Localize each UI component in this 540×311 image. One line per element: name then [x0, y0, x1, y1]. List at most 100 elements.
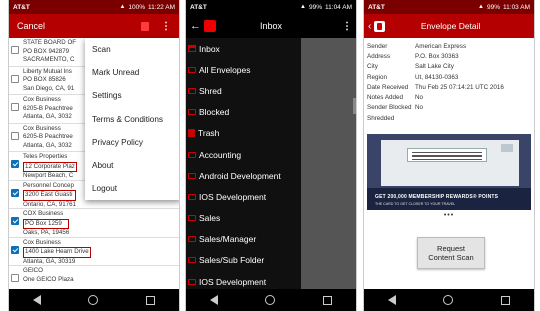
detail-label: City [367, 63, 378, 71]
sender-address-line: Atlanta, GA, 3032 [23, 113, 72, 120]
drawer-item[interactable]: Sales/Sub Folder [186, 250, 301, 271]
recents-icon[interactable] [501, 295, 511, 305]
drawer-item-label: Sales [199, 213, 221, 224]
mail-sender-block: GEICO One GEICO Plaza [23, 267, 74, 284]
clock: 11:04 AM [325, 3, 352, 11]
mail-list-item[interactable]: Cox Business 1400 Lake Hearn Drive Atlanta… [9, 238, 179, 266]
drawer-item-label: Android Development [199, 170, 281, 181]
select-checkbox[interactable] [11, 245, 19, 254]
request-content-scan-button[interactable]: Request Content Scan [417, 237, 485, 269]
trash-icon[interactable] [141, 21, 149, 31]
detail-label: Address [367, 52, 391, 60]
drawer-item[interactable]: Inbox [186, 38, 301, 59]
drawer-item[interactable]: All Envelopes [186, 59, 301, 80]
folder-icon [188, 193, 196, 200]
drawer-item[interactable]: Shred [186, 80, 301, 101]
sender-address-line: PO Box 1259 [23, 218, 70, 229]
select-checkbox[interactable] [11, 74, 19, 83]
back-arrow-icon[interactable]: ‹ [368, 21, 371, 32]
system-nav-bar [9, 289, 179, 311]
drawer-item[interactable]: Accounting [186, 144, 301, 165]
sender-address-line: 6205-B Peachtree [23, 104, 73, 112]
drawer-item[interactable]: Blocked [186, 102, 301, 123]
drawer-item-label: All Envelopes [199, 64, 251, 75]
menu-item-privacy-policy[interactable]: Privacy Policy [85, 131, 179, 154]
battery-level: 99% [309, 3, 323, 11]
drawer-item[interactable]: IOS Development [186, 271, 301, 289]
detail-label: Region [367, 73, 387, 81]
page-title: Inbox [259, 21, 283, 31]
back-icon[interactable] [209, 295, 218, 305]
drawer-item[interactable]: Sales/Manager [186, 229, 301, 250]
drawer-item-label: Sales/Sub Folder [199, 255, 265, 266]
envelope-address-window [407, 148, 487, 162]
app-logo-icon [204, 20, 216, 32]
image-pager-dots[interactable]: ••• [364, 212, 534, 219]
navigation-drawer: Inbox All Envelopes Shred Blocked Trash Accou… [186, 38, 301, 289]
mail-list-item[interactable]: GEICO One GEICO Plaza [9, 266, 179, 289]
drawer-item-label: IOS Development [199, 276, 267, 287]
menu-item-terms-conditions[interactable]: Terms & Conditions [85, 108, 179, 131]
back-icon[interactable] [387, 295, 396, 305]
mail-sender-block: COX Business PO Box 1259 Oaks, PA, 19456 [23, 210, 70, 238]
folder-icon [188, 257, 196, 264]
recents-icon[interactable] [146, 295, 156, 305]
action-bar: ‹ Envelope Detail [364, 14, 534, 38]
sender-address-line: Atlanta, GA, 3032 [23, 141, 72, 149]
detail-value: Salt Lake City [415, 63, 454, 71]
sender-name: Personnel Concep [23, 181, 74, 189]
mail-sender-block: Cox Business 6205-B Peachtree Atlanta, GA,… [23, 125, 73, 151]
menu-item-logout[interactable]: Logout [85, 177, 179, 200]
drawer-item[interactable]: Android Development [186, 165, 301, 186]
envelope-details: Sender American Express Address P.O. Box 30… [367, 41, 531, 123]
phone-mail-list: AT&T ▲ 100% 11:22 AM Cancel ⋮ STATE BOAR… [8, 0, 180, 311]
select-checkbox[interactable] [11, 46, 19, 54]
home-icon[interactable] [265, 295, 276, 305]
detail-row: Notes Added No [367, 92, 531, 102]
mail-sender-block: Liberty Mutual Ins PO BOX 85826 San Diego,… [23, 68, 74, 94]
select-checkbox[interactable] [11, 131, 19, 140]
overflow-menu-icon[interactable]: ⋮ [161, 21, 171, 32]
detail-label: Sender Blocked [367, 104, 412, 112]
detail-row: Address P.O. Box 30363 [367, 51, 531, 61]
detail-label: Notes Added [367, 94, 404, 102]
home-icon[interactable] [443, 295, 454, 305]
select-checkbox[interactable] [11, 103, 19, 111]
detail-value: P.O. Box 30363 [415, 52, 459, 60]
detail-row: Shredded [367, 113, 531, 123]
folder-icon [188, 109, 196, 116]
sender-name: Liberty Mutual Ins [23, 67, 72, 75]
detail-row: Date Received Thu Feb 25 07:14:21 UTC 201… [367, 82, 531, 92]
menu-item-mark-unread[interactable]: Mark Unread [85, 61, 179, 84]
menu-item-settings[interactable]: Settings [85, 84, 179, 107]
sender-address-line: 12 Corporate Plaz [23, 161, 77, 172]
back-arrow-icon[interactable]: ← [190, 20, 201, 32]
overflow-menu-icon[interactable]: ⋮ [342, 21, 352, 32]
recents-icon[interactable] [323, 295, 333, 305]
overflow-menu: Scan Mark Unread Settings Terms & Condition… [85, 38, 179, 201]
drawer-item-label: Trash [198, 128, 220, 139]
inbox-icon [188, 45, 196, 53]
back-icon[interactable] [32, 295, 41, 305]
drawer-item[interactable]: Trash [186, 123, 301, 144]
detail-row: Sender American Express [367, 41, 531, 51]
folder-icon [188, 236, 196, 243]
cancel-button[interactable]: Cancel [17, 21, 141, 31]
button-label-line1: Request [437, 244, 465, 253]
select-checkbox[interactable] [11, 160, 19, 168]
detail-row: Region Ut, 84130-0363 [367, 72, 531, 82]
menu-item-scan[interactable]: Scan [85, 38, 179, 61]
select-checkbox[interactable] [11, 274, 19, 282]
select-checkbox[interactable] [11, 217, 19, 225]
drawer-item[interactable]: IOS Development [186, 186, 301, 207]
sender-name: Cox Business [23, 124, 61, 132]
menu-item-about[interactable]: About [85, 154, 179, 177]
mail-list-item[interactable]: COX Business PO Box 1259 Oaks, PA, 19456 [9, 209, 179, 238]
envelope-image[interactable]: GET 200,000 MEMBERSHIP REWARDS® POINTS T… [367, 134, 531, 210]
mail-sender-block: Teles Properties 12 Corporate Plaz Newport… [23, 153, 77, 181]
scrollbar[interactable] [353, 98, 356, 114]
drawer-item[interactable]: Sales [186, 208, 301, 229]
select-checkbox[interactable] [11, 188, 19, 197]
home-icon[interactable] [88, 295, 99, 305]
folder-icon [188, 66, 196, 73]
